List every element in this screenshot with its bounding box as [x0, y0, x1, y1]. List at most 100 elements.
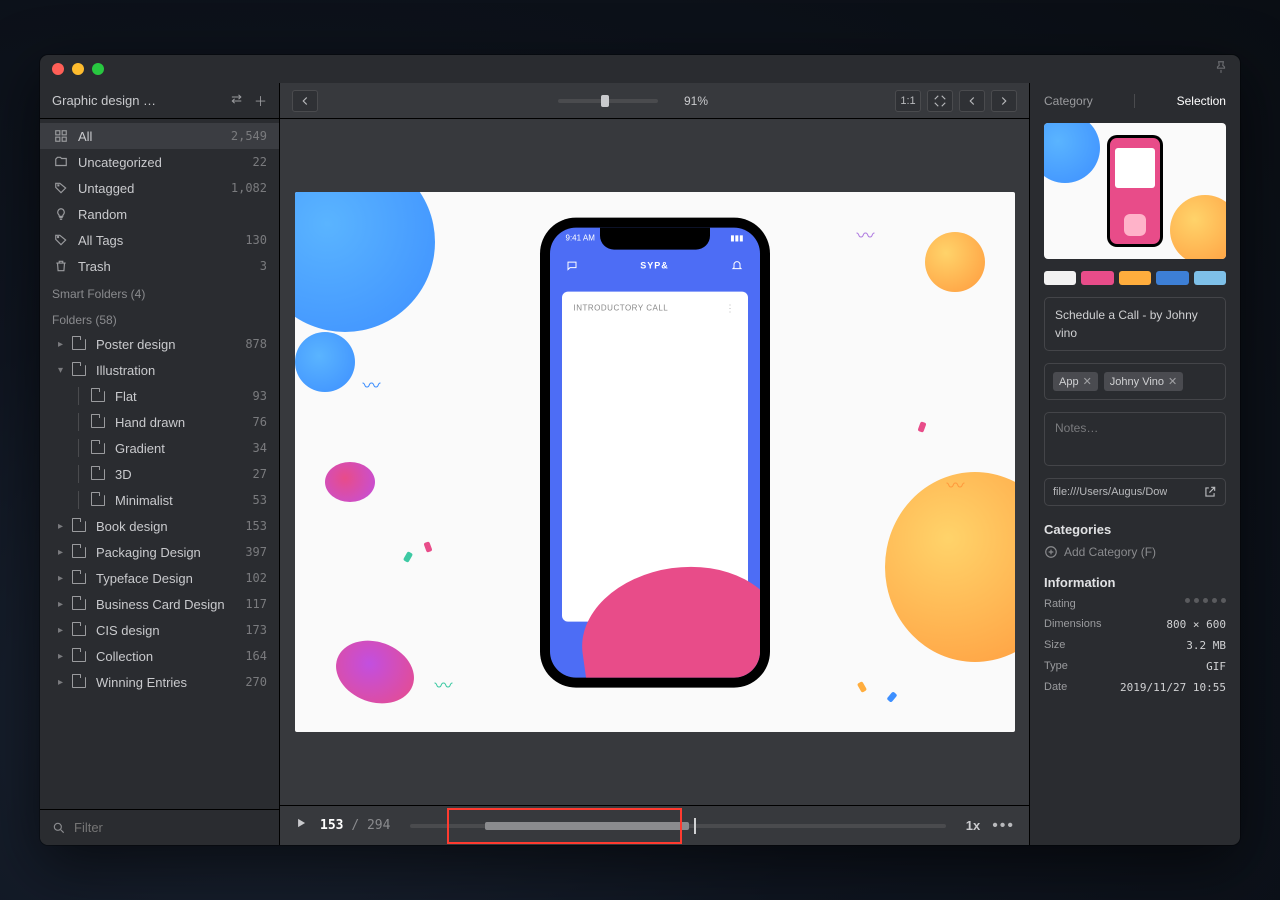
sidebar-item-label: All: [78, 129, 92, 144]
titlebar: [40, 55, 1240, 83]
fit-screen-button[interactable]: [927, 90, 953, 112]
folder-poster-design[interactable]: ▸ Poster design 878: [40, 331, 279, 357]
sidebar-item-random[interactable]: Random: [40, 201, 279, 227]
folder-label: CIS design: [96, 623, 160, 638]
folder-label: Book design: [96, 519, 168, 534]
zoom-1to1-button[interactable]: 1:1: [895, 90, 921, 112]
tag-chip[interactable]: App✕: [1053, 372, 1098, 391]
tags-icon: [52, 233, 70, 247]
next-button[interactable]: [991, 90, 1017, 112]
swatch[interactable]: [1119, 271, 1151, 285]
folder-book-design[interactable]: ▸ Book design 153: [40, 513, 279, 539]
open-external-icon[interactable]: [1203, 485, 1217, 499]
add-library-icon[interactable]: ＋: [254, 91, 267, 110]
window-controls: [52, 63, 104, 75]
tags-field[interactable]: App✕ Johny Vino✕: [1044, 363, 1226, 400]
chevron-right-icon: ▸: [58, 521, 68, 532]
folder-label: Typeface Design: [96, 571, 193, 586]
minimize-window[interactable]: [72, 63, 84, 75]
back-button[interactable]: [292, 90, 318, 112]
sidebar-item-alltags[interactable]: All Tags 130: [40, 227, 279, 253]
folder-business-card-design[interactable]: ▸ Business Card Design 117: [40, 591, 279, 617]
folder-count: 270: [245, 675, 267, 689]
trash-icon: [52, 259, 70, 273]
smart-folders-header[interactable]: Smart Folders (4): [40, 279, 279, 305]
swatch[interactable]: [1044, 271, 1076, 285]
sidebar-item-untagged[interactable]: Untagged 1,082: [40, 175, 279, 201]
add-category-button[interactable]: Add Category (F): [1044, 545, 1226, 559]
folder-packaging-design[interactable]: ▸ Packaging Design 397: [40, 539, 279, 565]
zoom-window[interactable]: [92, 63, 104, 75]
library-name[interactable]: Graphic design …: [52, 93, 156, 108]
info-rating[interactable]: Rating: [1044, 598, 1226, 610]
sidebar-item-trash[interactable]: Trash 3: [40, 253, 279, 279]
folder-minimalist[interactable]: Minimalist 53: [40, 487, 279, 513]
folder-list[interactable]: All 2,549 Uncategorized 22 Untagged 1,08…: [40, 119, 279, 809]
folder-label: Business Card Design: [96, 597, 225, 612]
inspector-tabs: Category Selection: [1044, 83, 1226, 119]
folder-typeface-design[interactable]: ▸ Typeface Design 102: [40, 565, 279, 591]
folder-icon: [52, 155, 70, 169]
phone-card-title: INTRODUCTORY CALL: [574, 304, 669, 313]
info-type: TypeGIF: [1044, 660, 1226, 673]
url-field[interactable]: file:///Users/Augus/Dow: [1044, 478, 1226, 506]
more-menu-icon[interactable]: •••: [992, 817, 1015, 835]
chevron-right-icon: ▸: [58, 599, 68, 610]
folder-flat[interactable]: Flat 93: [40, 383, 279, 409]
folder-count: 397: [245, 545, 267, 559]
folder-count: 34: [253, 441, 267, 455]
folder-count: 76: [253, 415, 267, 429]
timeline-selection[interactable]: [485, 822, 688, 830]
swatch[interactable]: [1156, 271, 1188, 285]
folder-hand-drawn[interactable]: Hand drawn 76: [40, 409, 279, 435]
tree-line: [78, 439, 79, 457]
folder-gradient[interactable]: Gradient 34: [40, 435, 279, 461]
tree-line: [78, 413, 79, 431]
pin-icon[interactable]: [1214, 60, 1228, 79]
folder-count: 164: [245, 649, 267, 663]
sidebar-item-all[interactable]: All 2,549: [40, 123, 279, 149]
folder-count: 878: [245, 337, 267, 351]
remove-tag-icon[interactable]: ✕: [1083, 375, 1092, 388]
folder-icon: [89, 391, 107, 402]
timeline-track[interactable]: [410, 824, 945, 828]
folders-header[interactable]: Folders (58): [40, 305, 279, 331]
preview-area[interactable]: 〰〰 〰〰 9:41 AM▮▮▮ SYP&: [280, 119, 1029, 805]
swatch[interactable]: [1194, 271, 1226, 285]
tag-chip[interactable]: Johny Vino✕: [1104, 372, 1183, 391]
phone-app-title: SYP&: [640, 261, 669, 271]
folder-3d[interactable]: 3D 27: [40, 461, 279, 487]
filter-input[interactable]: [74, 820, 267, 835]
tree-line: [78, 491, 79, 509]
info-date: Date2019/11/27 10:55: [1044, 681, 1226, 694]
swatch[interactable]: [1081, 271, 1113, 285]
swap-library-icon[interactable]: ⇄: [231, 91, 242, 110]
folder-cis-design[interactable]: ▸ CIS design 173: [40, 617, 279, 643]
folder-icon: [70, 677, 88, 688]
playback-speed[interactable]: 1x: [966, 818, 980, 833]
folder-label: Collection: [96, 649, 153, 664]
zoom-slider[interactable]: [558, 99, 658, 103]
thumbnail[interactable]: GIF: [1044, 123, 1226, 259]
title-field[interactable]: Schedule a Call - by Johny vino: [1044, 297, 1226, 351]
chevron-right-icon: ▸: [58, 677, 68, 688]
rating-dots[interactable]: [1185, 598, 1226, 610]
tab-selection[interactable]: Selection: [1177, 94, 1226, 108]
notes-field[interactable]: Notes…: [1044, 412, 1226, 466]
grid-icon: [52, 129, 70, 143]
playbar: 153 / 294 1x •••: [280, 805, 1029, 845]
timeline-cursor[interactable]: [694, 818, 696, 834]
sidebar-item-uncategorized[interactable]: Uncategorized 22: [40, 149, 279, 175]
folder-collection[interactable]: ▸ Collection 164: [40, 643, 279, 669]
remove-tag-icon[interactable]: ✕: [1168, 375, 1177, 388]
sidebar-filter[interactable]: [40, 809, 279, 845]
folder-count: 102: [245, 571, 267, 585]
tab-category[interactable]: Category: [1044, 94, 1093, 108]
play-button[interactable]: [294, 816, 308, 835]
folder-illustration[interactable]: ▾ Illustration: [40, 357, 279, 383]
prev-button[interactable]: [959, 90, 985, 112]
folder-winning-entries[interactable]: ▸ Winning Entries 270: [40, 669, 279, 695]
close-window[interactable]: [52, 63, 64, 75]
app-window: Graphic design … ⇄ ＋ All 2,549 Uncategor…: [40, 55, 1240, 845]
folder-icon: [70, 573, 88, 584]
